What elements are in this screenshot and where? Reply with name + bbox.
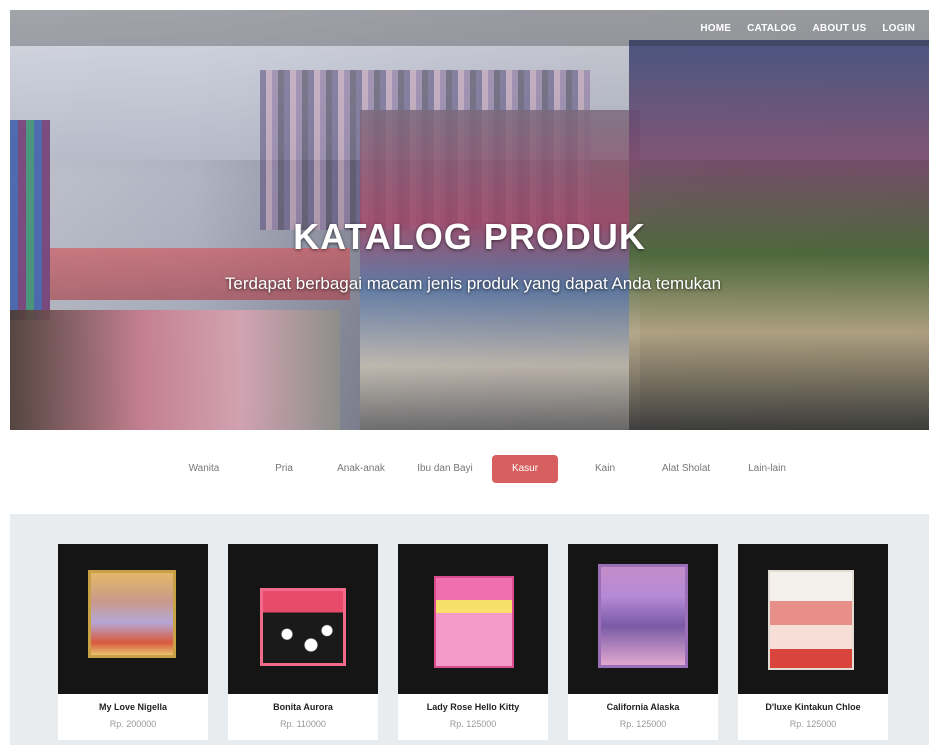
product-card[interactable]: Bonita Aurora Rp. 110000 — [228, 544, 378, 740]
tab-alat-sholat[interactable]: Alat Sholat — [650, 455, 722, 483]
product-card[interactable]: My Love Nigella Rp. 200000 — [58, 544, 208, 740]
top-navbar: HOME CATALOG ABOUT US LOGIN — [10, 10, 929, 46]
category-tabs: Wanita Pria Anak-anak Ibu dan Bayi Kasur… — [0, 455, 929, 483]
product-name: D'luxe Kintakun Chloe — [765, 702, 861, 712]
product-package — [598, 564, 688, 668]
nav-about-link[interactable]: ABOUT US — [813, 23, 867, 34]
product-image[interactable] — [58, 544, 208, 694]
product-package — [88, 570, 176, 658]
product-card[interactable]: California Alaska Rp. 125000 — [568, 544, 718, 740]
product-package — [260, 588, 346, 666]
product-name: Bonita Aurora — [273, 702, 333, 712]
product-card[interactable]: D'luxe Kintakun Chloe Rp. 125000 — [738, 544, 888, 740]
product-price: Rp. 125000 — [619, 719, 667, 729]
product-image[interactable] — [568, 544, 718, 694]
tab-pria[interactable]: Pria — [256, 455, 312, 483]
hero-subtitle: Terdapat berbagai macam jenis produk yan… — [224, 274, 722, 293]
hero-photo-middle-shelf — [360, 110, 640, 430]
product-price: Rp. 125000 — [449, 719, 497, 729]
product-name: California Alaska — [606, 702, 680, 712]
product-image[interactable] — [228, 544, 378, 694]
tab-kasur[interactable]: Kasur — [492, 455, 558, 483]
tab-anak-anak[interactable]: Anak-anak — [330, 455, 392, 483]
nav-login-link[interactable]: LOGIN — [882, 23, 915, 34]
product-image[interactable] — [398, 544, 548, 694]
tab-lain-lain[interactable]: Lain-lain — [738, 455, 796, 483]
tab-wanita[interactable]: Wanita — [176, 455, 232, 483]
hero-photo-shoppers — [10, 310, 340, 430]
product-package — [768, 570, 854, 670]
nav-links: HOME CATALOG ABOUT US LOGIN — [700, 10, 915, 46]
product-package — [434, 576, 514, 668]
product-price: Rp. 200000 — [109, 719, 157, 729]
hero-title: KATALOG PRODUK — [293, 216, 646, 257]
product-name: My Love Nigella — [98, 702, 168, 712]
product-price: Rp. 110000 — [280, 719, 326, 729]
nav-home-link[interactable]: HOME — [700, 23, 731, 34]
product-image[interactable] — [738, 544, 888, 694]
tab-ibu-dan-bayi[interactable]: Ibu dan Bayi — [410, 455, 480, 483]
product-card[interactable]: Lady Rose Hello Kitty Rp. 125000 — [398, 544, 548, 740]
tab-kain[interactable]: Kain — [578, 455, 632, 483]
product-name: Lady Rose Hello Kitty — [426, 702, 520, 712]
product-price: Rp. 125000 — [789, 719, 837, 729]
nav-catalog-link[interactable]: CATALOG — [747, 23, 796, 34]
